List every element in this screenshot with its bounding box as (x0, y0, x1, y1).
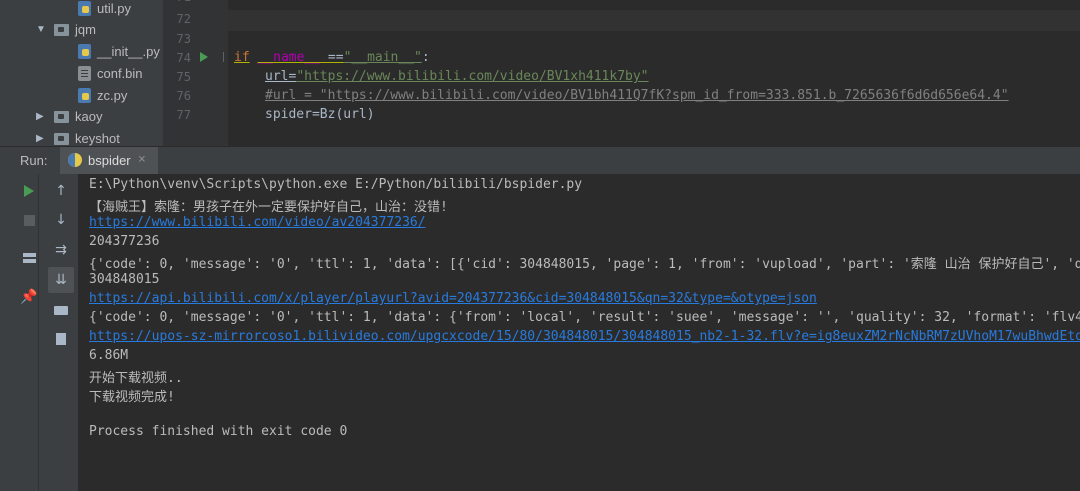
run-line-icon[interactable] (200, 52, 208, 62)
tree-item-kaoy[interactable]: ▶ kaoy (36, 106, 102, 127)
tree-item-keyshot[interactable]: ▶ keyshot (36, 128, 120, 146)
console-output[interactable]: E:\Python\venv\Scripts\python.exe E:/Pyt… (78, 174, 1080, 491)
folder-icon (54, 132, 69, 145)
tree-item-label: keyshot (75, 131, 120, 146)
line-number: 77 (176, 108, 191, 122)
current-line-highlight (228, 10, 1080, 31)
python-file-icon (78, 88, 91, 103)
line-number-gutter: 71 72 73 74 75 76 77 (163, 0, 195, 146)
chevron-right-icon[interactable]: ▶ (36, 133, 50, 144)
line-number: 74 (176, 51, 191, 65)
console-line: 304848015 (89, 272, 160, 287)
code-line-74: if __name__ =="__main__": (234, 50, 430, 65)
console-line: {'code': 0, 'message': '0', 'ttl': 1, 'd… (89, 310, 1080, 325)
stop-icon[interactable] (18, 209, 40, 231)
soft-wrap-icon[interactable]: ⇉ (50, 239, 72, 261)
python-file-icon (78, 1, 91, 16)
code-editor[interactable]: if __name__ =="__main__": url="https://w… (228, 0, 1080, 146)
tree-item-label: util.py (97, 1, 131, 16)
line-number: 72 (176, 12, 191, 26)
scroll-to-end-icon[interactable]: ⇊ (48, 267, 74, 293)
code-line-76: #url = "https://www.bilibili.com/video/B… (265, 88, 1009, 103)
console-line: {'code': 0, 'message': '0', 'ttl': 1, 'd… (89, 257, 1080, 272)
print-icon[interactable] (50, 299, 72, 321)
python-file-icon (78, 44, 91, 59)
run-tool-window-header: Run: bspider × (0, 146, 1080, 174)
tab-label: bspider (88, 153, 131, 168)
python-icon (68, 153, 82, 167)
rerun-icon[interactable] (18, 180, 40, 202)
tree-item-label: jqm (75, 22, 96, 37)
console-line: 开始下载视频.. (89, 371, 183, 386)
code-line-75: url="https://www.bilibili.com/video/BV1x… (265, 69, 649, 84)
tree-item-init-py[interactable]: __init__.py (78, 41, 160, 62)
tab-bspider[interactable]: bspider × (60, 147, 158, 174)
console-line: E:\Python\venv\Scripts\python.exe E:/Pyt… (89, 177, 583, 192)
layout-icon[interactable] (18, 247, 40, 269)
console-line: 6.86M (89, 348, 129, 363)
run-marker-gutter (195, 0, 228, 146)
console-line: 204377236 (89, 234, 160, 249)
console-link[interactable]: https://www.bilibili.com/video/av2043772… (89, 215, 426, 230)
run-label: Run: (20, 153, 48, 168)
folder-icon (54, 23, 69, 36)
scroll-down-icon[interactable]: ↓ (50, 209, 72, 231)
folder-icon (54, 110, 69, 123)
tree-item-label: __init__.py (97, 44, 160, 59)
tree-item-conf-bin[interactable]: conf.bin (78, 63, 143, 84)
close-icon[interactable]: × (138, 152, 146, 167)
line-number: 71 (163, 0, 191, 4)
line-number: 73 (176, 32, 191, 46)
pin-icon[interactable]: 📌 (18, 286, 40, 308)
console-line: Process finished with exit code 0 (89, 424, 348, 439)
binary-file-icon (78, 66, 91, 81)
console-line: 【海贼王】索隆：男孩子在外一定要保护好自己，山治：没错! (89, 200, 448, 215)
tree-item-util-py[interactable]: util.py (78, 0, 131, 19)
line-number: 76 (176, 89, 191, 103)
tree-item-label: kaoy (75, 109, 103, 124)
console-link[interactable]: https://upos-sz-mirrorcoso1.bilivideo.co… (89, 329, 1080, 344)
tree-item-zc-py[interactable]: zc.py (78, 85, 127, 106)
console-link[interactable]: https://api.bilibili.com/x/player/playur… (89, 291, 817, 306)
run-toolbar: ↑ ↓ ⇉ ⇊ 📌 (0, 174, 78, 491)
scroll-up-icon[interactable]: ↑ (50, 180, 72, 202)
line-number: 75 (176, 70, 191, 84)
delete-icon[interactable] (50, 327, 72, 349)
chevron-right-icon[interactable]: ▶ (36, 111, 50, 122)
tree-item-jqm[interactable]: ▼ jqm (36, 19, 96, 40)
tree-item-label: conf.bin (97, 66, 143, 81)
tree-item-label: zc.py (97, 88, 128, 103)
chevron-down-icon[interactable]: ▼ (36, 24, 50, 35)
code-line-77: spider=Bz(url) (265, 107, 375, 122)
console-line: 下载视频完成! (89, 390, 175, 405)
